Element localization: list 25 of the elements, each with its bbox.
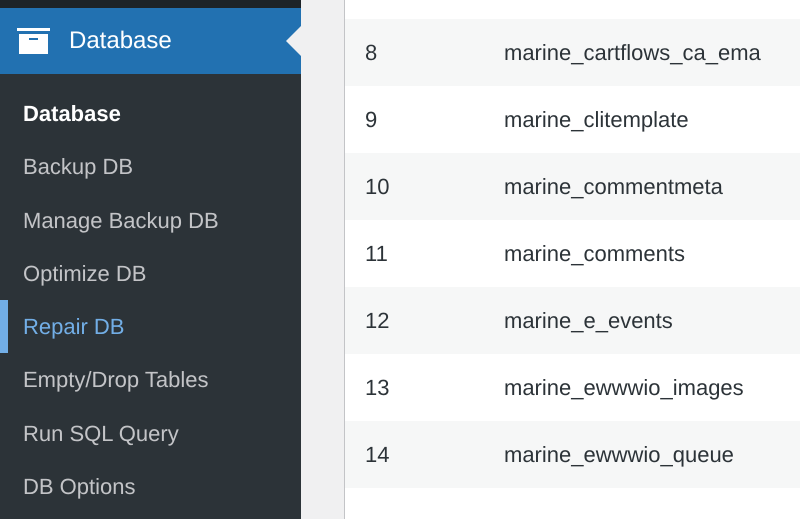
row-number: 12 bbox=[364, 308, 390, 334]
database-menu-item[interactable]: Database bbox=[0, 8, 301, 74]
submenu-link[interactable]: Repair DB bbox=[0, 300, 301, 354]
table-name: marine_ewwwio_images bbox=[504, 374, 744, 400]
row-number: 11 bbox=[364, 240, 389, 266]
table-name: marine_comments bbox=[504, 240, 685, 266]
row-number: 10 bbox=[364, 174, 390, 200]
table-name: marine_e_events bbox=[504, 308, 673, 334]
table-name: marine_clitemplate bbox=[504, 106, 689, 132]
submenu-link[interactable]: DB Options bbox=[0, 460, 301, 514]
table-name: marine_ewwwio_queue bbox=[504, 442, 734, 468]
submenu-link[interactable]: Database bbox=[0, 87, 301, 140]
row-number: 8 bbox=[364, 40, 378, 66]
submenu-link[interactable]: Run SQL Query bbox=[0, 406, 301, 460]
submenu-link[interactable]: Empty/Drop Tables bbox=[0, 353, 301, 407]
table-name: marine_cartflows_ca_ema bbox=[504, 40, 761, 66]
submenu-link[interactable]: Backup DB bbox=[0, 140, 301, 194]
current-menu-notch-icon bbox=[286, 26, 301, 56]
row-number: 13 bbox=[364, 374, 390, 400]
row-number: 9 bbox=[364, 106, 378, 132]
archive-box-icon bbox=[17, 28, 50, 54]
table-name: marine_commentmeta bbox=[504, 174, 723, 200]
submenu-link[interactable]: Optimize DB bbox=[0, 246, 301, 300]
submenu-link[interactable]: Manage Backup DB bbox=[0, 194, 301, 247]
row-number: 14 bbox=[364, 442, 390, 468]
